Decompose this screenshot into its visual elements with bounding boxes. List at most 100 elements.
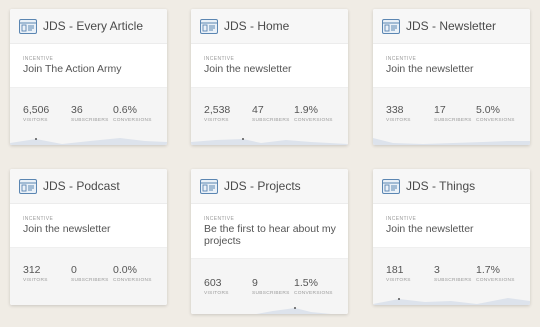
- incentive-value: Be the first to hear about my projects: [204, 223, 336, 247]
- subscribers-stat: 3 SUBSCRIBERS: [434, 264, 472, 283]
- incentive-value: Join the newsletter: [386, 223, 474, 235]
- campaign-card-every-article[interactable]: JDS - Every Article INCENTIVE Join The A…: [10, 9, 167, 145]
- conversions-stat: 0.0% CONVERSIONS: [113, 264, 152, 283]
- conversions-value: 1.5%: [294, 277, 318, 289]
- visitors-stat: 603 VISITORS: [204, 277, 229, 296]
- incentive-label: INCENTIVE: [23, 216, 54, 222]
- card-header: JDS - Podcast: [10, 169, 167, 204]
- card-title: JDS - Home: [224, 19, 290, 33]
- conversions-value: 1.7%: [476, 264, 500, 276]
- visitors-value: 2,538: [204, 104, 231, 116]
- card-header: JDS - Home: [191, 9, 348, 44]
- subscribers-label: SUBSCRIBERS: [252, 118, 290, 123]
- subscribers-value: 17: [434, 104, 446, 116]
- visitors-label: VISITORS: [23, 278, 48, 283]
- incentive-value: Join the newsletter: [204, 63, 292, 75]
- visitors-stat: 312 VISITORS: [23, 264, 48, 283]
- incentive-value: Join The Action Army: [23, 63, 122, 75]
- campaign-card-things[interactable]: JDS - Things INCENTIVE Join the newslett…: [373, 169, 530, 305]
- conversions-value: 5.0%: [476, 104, 500, 116]
- incentive-section: INCENTIVE Join The Action Army: [10, 44, 167, 87]
- visitors-label: VISITORS: [386, 278, 411, 283]
- conversions-label: CONVERSIONS: [113, 278, 152, 283]
- visitors-stat: 2,538 VISITORS: [204, 104, 230, 123]
- conversions-label: CONVERSIONS: [113, 118, 152, 123]
- browser-window-icon: [382, 178, 400, 194]
- subscribers-value: 36: [71, 104, 83, 116]
- incentive-label: INCENTIVE: [386, 56, 417, 62]
- subscribers-label: SUBSCRIBERS: [252, 291, 290, 296]
- conversions-label: CONVERSIONS: [294, 291, 333, 296]
- incentive-section: INCENTIVE Join the newsletter: [373, 44, 530, 87]
- incentive-label: INCENTIVE: [204, 56, 235, 62]
- conversions-stat: 1.9% CONVERSIONS: [294, 104, 333, 123]
- conversions-value: 0.0%: [113, 264, 137, 276]
- browser-window-icon: [200, 18, 218, 34]
- browser-window-icon: [19, 178, 37, 194]
- visitors-stat: 181 VISITORS: [386, 264, 411, 283]
- subscribers-stat: 17 SUBSCRIBERS: [434, 104, 472, 123]
- card-header: JDS - Newsletter: [373, 9, 530, 44]
- card-title: JDS - Podcast: [43, 179, 120, 193]
- conversions-label: CONVERSIONS: [294, 118, 333, 123]
- subscribers-value: 47: [252, 104, 264, 116]
- subscribers-label: SUBSCRIBERS: [71, 118, 109, 123]
- sparkline: [191, 138, 348, 145]
- card-header: JDS - Things: [373, 169, 530, 204]
- visitors-label: VISITORS: [204, 291, 229, 296]
- incentive-label: INCENTIVE: [386, 216, 417, 222]
- campaign-card-projects[interactable]: JDS - Projects INCENTIVE Be the first to…: [191, 169, 348, 314]
- sparkline: [373, 298, 530, 305]
- incentive-value: Join the newsletter: [23, 223, 111, 235]
- stats-section: 338 VISITORS 17 SUBSCRIBERS 5.0% CONVERS…: [373, 87, 530, 145]
- visitors-label: VISITORS: [386, 118, 411, 123]
- incentive-section: INCENTIVE Join the newsletter: [191, 44, 348, 87]
- conversions-stat: 5.0% CONVERSIONS: [476, 104, 515, 123]
- visitors-value: 603: [204, 277, 222, 289]
- sparkline: [10, 138, 167, 145]
- card-title: JDS - Newsletter: [406, 19, 497, 33]
- subscribers-value: 3: [434, 264, 440, 276]
- subscribers-stat: 47 SUBSCRIBERS: [252, 104, 290, 123]
- stats-section: 6,506 VISITORS 36 SUBSCRIBERS 0.6% CONVE…: [10, 87, 167, 145]
- subscribers-label: SUBSCRIBERS: [71, 278, 109, 283]
- card-header: JDS - Every Article: [10, 9, 167, 44]
- incentive-label: INCENTIVE: [204, 216, 235, 222]
- campaign-card-podcast[interactable]: JDS - Podcast INCENTIVE Join the newslet…: [10, 169, 167, 305]
- conversions-stat: 1.7% CONVERSIONS: [476, 264, 515, 283]
- incentive-value: Join the newsletter: [386, 63, 474, 75]
- visitors-stat: 6,506 VISITORS: [23, 104, 49, 123]
- stats-section: 312 VISITORS 0 SUBSCRIBERS 0.0% CONVERSI…: [10, 247, 167, 305]
- stats-section: 603 VISITORS 9 SUBSCRIBERS 1.5% CONVERSI…: [191, 258, 348, 314]
- incentive-label: INCENTIVE: [23, 56, 54, 62]
- visitors-value: 181: [386, 264, 404, 276]
- stats-section: 181 VISITORS 3 SUBSCRIBERS 1.7% CONVERSI…: [373, 247, 530, 305]
- visitors-stat: 338 VISITORS: [386, 104, 411, 123]
- visitors-value: 338: [386, 104, 404, 116]
- subscribers-stat: 36 SUBSCRIBERS: [71, 104, 109, 123]
- conversions-label: CONVERSIONS: [476, 118, 515, 123]
- sparkline: [256, 307, 331, 314]
- sparkline: [373, 138, 530, 145]
- visitors-label: VISITORS: [204, 118, 229, 123]
- subscribers-stat: 0 SUBSCRIBERS: [71, 264, 109, 283]
- campaign-card-newsletter[interactable]: JDS - Newsletter INCENTIVE Join the news…: [373, 9, 530, 145]
- subscribers-label: SUBSCRIBERS: [434, 118, 472, 123]
- conversions-label: CONVERSIONS: [476, 278, 515, 283]
- visitors-value: 6,506: [23, 104, 50, 116]
- incentive-section: INCENTIVE Join the newsletter: [373, 204, 530, 247]
- conversions-stat: 1.5% CONVERSIONS: [294, 277, 333, 296]
- incentive-section: INCENTIVE Be the first to hear about my …: [191, 204, 348, 258]
- browser-window-icon: [200, 178, 218, 194]
- conversions-stat: 0.6% CONVERSIONS: [113, 104, 152, 123]
- visitors-label: VISITORS: [23, 118, 48, 123]
- subscribers-stat: 9 SUBSCRIBERS: [252, 277, 290, 296]
- stats-section: 2,538 VISITORS 47 SUBSCRIBERS 1.9% CONVE…: [191, 87, 348, 145]
- conversions-value: 1.9%: [294, 104, 318, 116]
- card-title: JDS - Every Article: [43, 19, 144, 33]
- incentive-section: INCENTIVE Join the newsletter: [10, 204, 167, 247]
- card-title: JDS - Things: [406, 179, 476, 193]
- browser-window-icon: [382, 18, 400, 34]
- campaign-card-home[interactable]: JDS - Home INCENTIVE Join the newsletter…: [191, 9, 348, 145]
- card-header: JDS - Projects: [191, 169, 348, 204]
